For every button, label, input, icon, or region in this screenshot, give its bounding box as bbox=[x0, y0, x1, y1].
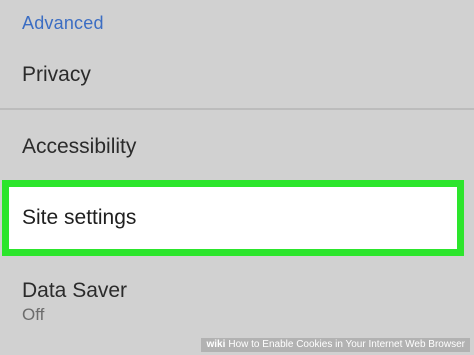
settings-screen: Advanced Privacy Accessibility Site sett… bbox=[0, 0, 474, 355]
watermark-text: How to Enable Cookies in Your Internet W… bbox=[228, 339, 465, 350]
section-header-advanced: Advanced bbox=[22, 13, 104, 33]
settings-item-site-settings[interactable]: Site settings bbox=[2, 180, 464, 256]
settings-item-label: Data Saver bbox=[22, 279, 128, 302]
watermark-brand: wiki bbox=[206, 339, 226, 350]
settings-item-label: Site settings bbox=[22, 206, 137, 229]
divider bbox=[0, 108, 474, 110]
settings-item-label: Privacy bbox=[22, 63, 91, 86]
watermark: wiki How to Enable Cookies in Your Intern… bbox=[201, 338, 470, 352]
settings-item-label: Accessibility bbox=[22, 135, 137, 158]
settings-item-value: Off bbox=[22, 305, 45, 324]
